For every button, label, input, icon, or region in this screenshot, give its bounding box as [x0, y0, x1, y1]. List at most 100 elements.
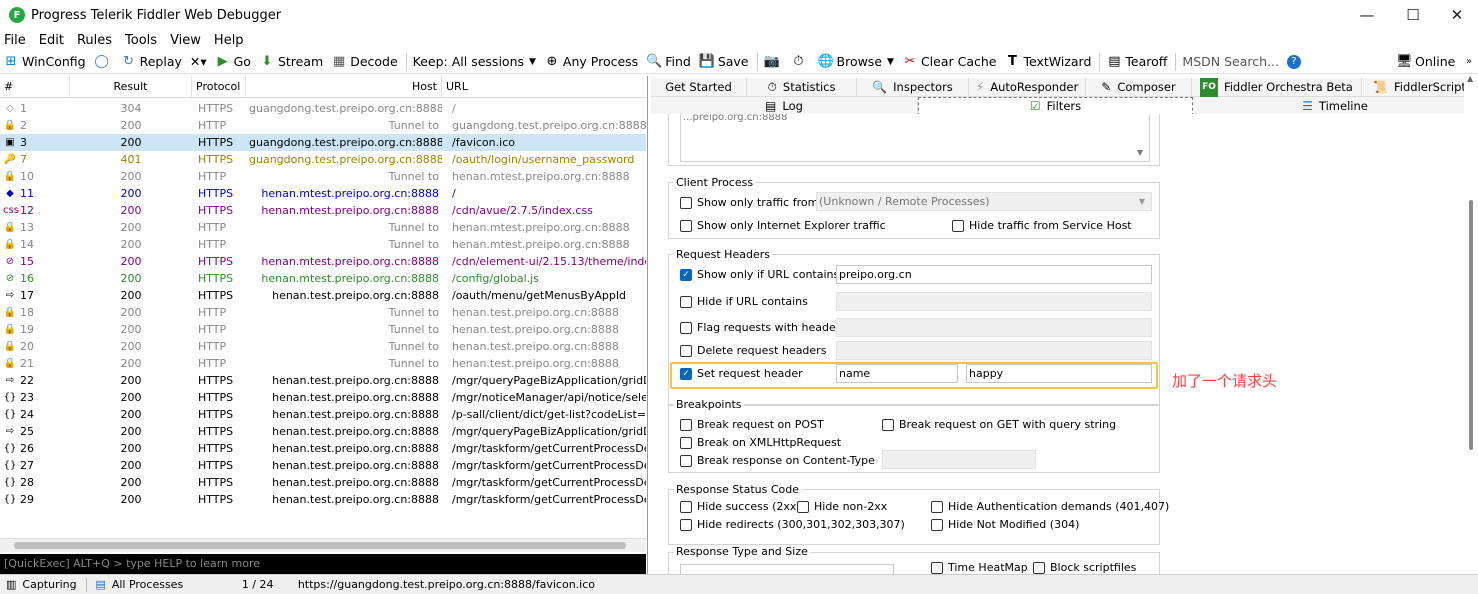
hide-not-modified-checkbox[interactable]: Hide Not Modified (304): [931, 518, 1079, 531]
checkbox-box[interactable]: [680, 518, 692, 531]
remove-dropdown[interactable]: ✕▾: [190, 54, 207, 69]
col-num[interactable]: #: [0, 76, 70, 98]
checkbox-box[interactable]: [680, 344, 692, 357]
checkbox-box[interactable]: [931, 561, 943, 574]
textarea-scroll-down-icon[interactable]: ▼: [1137, 148, 1143, 157]
table-row[interactable]: ⊘ 15 200 HTTPS henan.mtest.preipo.org.cn:888…: [0, 253, 646, 270]
table-row[interactable]: 🔒 21 200 HTTP Tunnel to henan.test.preipo.org…: [0, 355, 646, 372]
checkbox-box[interactable]: [680, 295, 692, 308]
table-row[interactable]: 🔒 20 200 HTTP Tunnel to henan.test.preipo.org…: [0, 338, 646, 355]
menu-view[interactable]: View: [170, 33, 201, 48]
table-row[interactable]: ⊘ 16 200 HTTPS henan.mtest.preipo.org.cn:888…: [0, 270, 646, 287]
capturing-status[interactable]: Capturing: [22, 578, 86, 591]
table-row[interactable]: ◆ 11 200 HTTPS henan.mtest.preipo.org.cn:888…: [0, 185, 646, 202]
close-button[interactable]: ✕: [1434, 0, 1478, 30]
checkbox-box[interactable]: [680, 196, 692, 209]
tab-statistics[interactable]: ⏱ Statistics: [747, 78, 857, 97]
replay-button[interactable]: ↻ Replay: [121, 54, 182, 70]
col-url[interactable]: URL: [442, 76, 646, 98]
menu-help[interactable]: Help: [214, 33, 244, 48]
break-xhr-checkbox[interactable]: Break on XMLHttpRequest: [680, 436, 841, 449]
capturing-icon[interactable]: ▥: [6, 578, 16, 591]
table-row[interactable]: ◇ 1 304 HTTPS guangdong.test.preipo.org.cn:8…: [0, 100, 646, 117]
checkbox-box[interactable]: [931, 500, 943, 513]
tab-inspectors[interactable]: 🔍 Inspectors: [857, 78, 969, 97]
comment-button[interactable]: ◯: [94, 54, 113, 70]
menu-tools[interactable]: Tools: [125, 33, 157, 48]
ie-only-checkbox[interactable]: Show only Internet Explorer traffic: [680, 219, 886, 232]
show-if-url-input[interactable]: preipo.org.cn: [836, 265, 1152, 284]
checkbox-box[interactable]: [952, 219, 964, 232]
menu-edit[interactable]: Edit: [39, 33, 64, 48]
quickexec-input[interactable]: [QuickExec] ALT+Q > type HELP to learn m…: [0, 554, 646, 574]
table-row[interactable]: {} 27 200 HTTPS henan.test.preipo.org.cn:888…: [0, 457, 646, 474]
time-heatmap-checkbox[interactable]: Time HeatMap: [931, 561, 1028, 574]
table-row[interactable]: {} 23 200 HTTPS henan.test.preipo.org.cn:888…: [0, 389, 646, 406]
checkbox-box[interactable]: ✓: [680, 268, 692, 281]
stream-button[interactable]: ⬇ Stream: [259, 54, 324, 70]
table-row[interactable]: ⇨ 17 200 HTTPS henan.test.preipo.org.cn:8888…: [0, 287, 646, 304]
save-button[interactable]: 💾 Save: [699, 54, 749, 70]
winconfig-button[interactable]: ⊞ WinConfig: [3, 54, 86, 70]
timer-button[interactable]: ⏱: [791, 54, 810, 70]
checkbox-box[interactable]: [680, 500, 692, 513]
minimize-button[interactable]: —: [1344, 0, 1390, 30]
table-row[interactable]: {} 29 200 HTTPS henan.test.preipo.org.cn:888…: [0, 491, 646, 508]
checkbox-box[interactable]: [680, 321, 692, 334]
toolbar-overflow-icon[interactable]: »: [1466, 56, 1472, 67]
flag-headers-checkbox[interactable]: Flag requests with headers: [680, 321, 846, 334]
checkbox-box[interactable]: [680, 219, 692, 232]
table-row[interactable]: 🔒 10 200 HTTP Tunnel to henan.mtest.preipo.or…: [0, 168, 646, 185]
hide-non2xx-checkbox[interactable]: Hide non-2xx: [797, 500, 887, 513]
table-row[interactable]: ⇨ 22 200 HTTPS henan.test.preipo.org.cn:8888…: [0, 372, 646, 389]
flag-headers-input[interactable]: [836, 318, 1152, 337]
screenshot-button[interactable]: 📷: [764, 54, 783, 70]
hide-redirects-checkbox[interactable]: Hide redirects (300,301,302,303,307): [680, 518, 905, 531]
clear-cache-button[interactable]: ✂ Clear Cache: [902, 54, 996, 70]
break-get-query-checkbox[interactable]: Break request on GET with query string: [882, 418, 1116, 431]
delete-headers-checkbox[interactable]: Delete request headers: [680, 344, 826, 357]
table-row[interactable]: {} 24 200 HTTPS henan.test.preipo.org.cn:888…: [0, 406, 646, 423]
menu-file[interactable]: File: [4, 33, 26, 48]
table-row[interactable]: 🔒 2 200 HTTP Tunnel to guangdong.test.preipo.…: [0, 117, 646, 134]
hosts-textarea[interactable]: ...preipo.org.cn:8888: [680, 114, 1150, 162]
show-only-from-checkbox[interactable]: Show only traffic from: [680, 196, 818, 209]
hide-service-host-checkbox[interactable]: Hide traffic from Service Host: [952, 219, 1132, 232]
table-row[interactable]: 🔒 19 200 HTTP Tunnel to henan.test.preipo.org…: [0, 321, 646, 338]
checkbox-box[interactable]: [680, 436, 692, 449]
scrollbar-thumb[interactable]: [14, 542, 626, 549]
col-result[interactable]: Result: [70, 76, 192, 98]
browse-button[interactable]: 🌐 Browse ▼: [818, 54, 894, 70]
col-protocol[interactable]: Protocol: [192, 76, 246, 98]
checkbox-box[interactable]: [680, 418, 692, 431]
break-post-checkbox[interactable]: Break request on POST: [680, 418, 824, 431]
go-button[interactable]: ▶ Go: [215, 54, 251, 70]
content-type-input[interactable]: [882, 450, 1036, 469]
hide-auth-checkbox[interactable]: Hide Authentication demands (401,407): [931, 500, 1169, 513]
help-button[interactable]: ?: [1286, 54, 1304, 69]
keep-sessions-dropdown[interactable]: Keep: All sessions ▼: [413, 54, 536, 69]
maximize-button[interactable]: ☐: [1390, 0, 1436, 30]
process-select[interactable]: (Unknown / Remote Processes) ▼: [816, 192, 1152, 211]
textwizard-button[interactable]: T TextWizard: [1004, 54, 1091, 70]
table-row[interactable]: ⇨ 25 200 HTTPS henan.test.preipo.org.cn:8888…: [0, 423, 646, 440]
tab-fiddler-orchestra[interactable]: FO Fiddler Orchestra Beta: [1192, 77, 1362, 97]
table-row[interactable]: 🔒 13 200 HTTP Tunnel to henan.mtest.preipo.or…: [0, 219, 646, 236]
filters-vscrollbar[interactable]: ▲: [1464, 74, 1478, 574]
online-indicator[interactable]: 🖥 Online: [1396, 54, 1455, 70]
find-button[interactable]: 🔍 Find: [646, 54, 691, 70]
table-row[interactable]: {} 28 200 HTTPS henan.test.preipo.org.cn:888…: [0, 474, 646, 491]
table-row[interactable]: 🔒 18 200 HTTP Tunnel to henan.test.preipo.org…: [0, 304, 646, 321]
menu-rules[interactable]: Rules: [77, 33, 112, 48]
hide-if-url-input[interactable]: [836, 292, 1152, 311]
tab-get-started[interactable]: Get Started: [651, 78, 747, 97]
table-row[interactable]: 🔑 7 401 HTTPS guangdong.test.preipo.org.cn:8…: [0, 151, 646, 168]
break-content-type-checkbox[interactable]: Break response on Content-Type: [680, 454, 875, 467]
checkbox-box[interactable]: [797, 500, 809, 513]
show-if-url-checkbox[interactable]: ✓ Show only if URL contains: [680, 268, 839, 281]
hide-success-checkbox[interactable]: Hide success (2xx): [680, 500, 801, 513]
col-host[interactable]: Host: [246, 76, 442, 98]
block-script-checkbox[interactable]: Block scriptfiles: [1033, 561, 1136, 574]
tearoff-button[interactable]: ▤ Tearoff: [1106, 54, 1167, 70]
checkbox-box[interactable]: [931, 518, 943, 531]
